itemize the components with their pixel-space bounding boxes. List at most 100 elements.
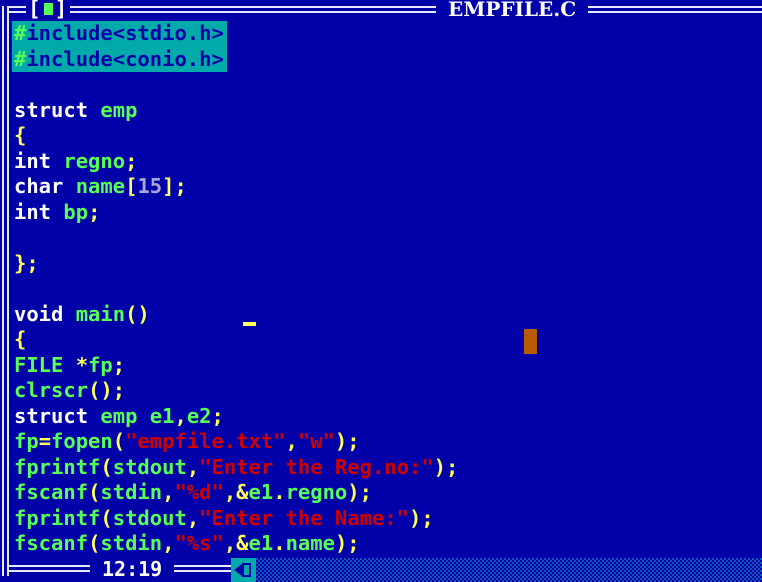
code-line[interactable]: { xyxy=(14,327,762,353)
code-token: int xyxy=(14,199,52,224)
code-token: fp xyxy=(88,352,113,377)
code-token: { xyxy=(14,123,27,147)
close-bracket-right: ] xyxy=(54,0,69,21)
code-line[interactable]: { xyxy=(14,123,762,149)
code-token: }; xyxy=(14,250,39,275)
code-token: stdout xyxy=(112,454,187,479)
frame-left-border xyxy=(2,6,9,576)
code-token: e1 xyxy=(248,531,274,555)
close-square-icon xyxy=(43,2,53,15)
frame-top-border xyxy=(7,6,762,13)
code-token: e1 xyxy=(149,403,175,428)
code-token: regno xyxy=(285,480,348,504)
code-token: ,& xyxy=(223,531,249,555)
code-token: = xyxy=(38,429,52,453)
code-token: ); xyxy=(334,429,360,453)
code-line[interactable]: clrscr(); xyxy=(14,378,762,404)
code-token: . xyxy=(273,480,286,504)
code-line[interactable] xyxy=(14,225,762,251)
code-line[interactable]: fscanf(stdin,"%s",&e1.name); xyxy=(14,531,762,557)
code-token: include<stdio.h> xyxy=(26,21,224,45)
code-token: main xyxy=(75,301,126,326)
code-token: stdout xyxy=(112,505,187,530)
code-token: ); xyxy=(347,480,372,504)
code-line[interactable]: void main() xyxy=(14,302,762,328)
code-token: fprintf xyxy=(14,505,101,530)
code-token: , xyxy=(186,505,200,530)
code-token: # xyxy=(14,46,27,71)
selected-text[interactable]: #include<conio.h> xyxy=(12,46,227,72)
code-token: ; xyxy=(125,148,138,173)
code-token: void xyxy=(14,301,64,326)
code-token: # xyxy=(14,21,27,45)
code-line[interactable] xyxy=(14,72,762,98)
code-token: ; xyxy=(112,352,126,377)
code-token: ( xyxy=(100,505,113,530)
code-token: e2 xyxy=(186,403,212,428)
code-token: (); xyxy=(88,378,126,402)
code-token: "%s" xyxy=(174,531,224,555)
code-line[interactable]: int regno; xyxy=(14,149,762,175)
code-line[interactable]: FILE *fp; xyxy=(14,353,762,379)
code-token: "%d" xyxy=(174,480,224,504)
scroll-left-button[interactable] xyxy=(231,558,256,582)
code-token: struct xyxy=(14,97,89,122)
code-line[interactable]: fprintf(stdout,"Enter the Name:"); xyxy=(14,506,762,532)
close-button[interactable]: [] xyxy=(26,0,71,21)
code-line[interactable]: #include<stdio.h> xyxy=(12,21,762,47)
arrow-left-icon xyxy=(234,564,242,576)
code-line[interactable]: char name[15]; xyxy=(14,174,762,200)
code-token: stdin xyxy=(100,480,163,504)
code-line[interactable] xyxy=(14,276,762,302)
code-token: fp xyxy=(14,429,39,453)
code-token: 15 xyxy=(137,174,163,198)
code-token: fopen xyxy=(51,429,113,453)
code-token: FILE xyxy=(14,352,64,377)
code-token: ,& xyxy=(223,480,249,504)
horizontal-scrollbar[interactable] xyxy=(256,558,762,582)
code-editor[interactable]: #include<stdio.h> #include<conio.h> struc… xyxy=(12,21,762,557)
code-token: ( xyxy=(88,531,101,555)
code-line[interactable]: }; xyxy=(14,251,762,277)
code-token: name xyxy=(75,174,126,198)
window-title: EMPFILE.C xyxy=(436,0,589,20)
code-token: clrscr xyxy=(14,378,89,402)
code-line[interactable]: struct emp xyxy=(14,98,762,124)
text-cursor xyxy=(243,322,256,326)
code-token: include<conio.h> xyxy=(26,46,224,71)
mouse-cursor xyxy=(524,329,537,354)
code-token: ); xyxy=(433,454,459,479)
code-token: char xyxy=(14,174,64,198)
code-token: { xyxy=(14,327,27,351)
code-token: regno xyxy=(63,148,126,173)
code-token: fscanf xyxy=(14,531,89,555)
code-token: , xyxy=(162,531,175,555)
code-line[interactable]: struct emp e1,e2; xyxy=(14,404,762,430)
code-token: ( xyxy=(100,454,113,479)
code-token: , xyxy=(162,480,175,504)
window-title-bar: [] EMPFILE.C xyxy=(0,0,762,22)
code-token: ; xyxy=(88,199,101,224)
selected-text[interactable]: #include<stdio.h> xyxy=(12,21,227,47)
close-bracket-left: [ xyxy=(28,0,42,21)
code-line[interactable]: fprintf(stdout,"Enter the Reg.no:"); xyxy=(14,455,762,481)
code-token: fscanf xyxy=(14,480,89,504)
code-line[interactable]: fp=fopen("empfile.txt","w"); xyxy=(14,429,762,455)
code-line[interactable]: int bp; xyxy=(14,200,762,226)
code-token: "empfile.txt" xyxy=(125,429,286,453)
code-token: e1 xyxy=(248,480,274,504)
code-token: stdin xyxy=(100,531,163,555)
code-line[interactable]: #include<conio.h> xyxy=(12,46,762,72)
code-token: fprintf xyxy=(14,454,101,479)
code-token: "w" xyxy=(297,429,335,453)
code-token: ]; xyxy=(162,174,187,198)
code-token: "Enter the Reg.no:" xyxy=(199,454,434,479)
code-line[interactable]: fscanf(stdin,"%d",&e1.regno); xyxy=(14,480,762,506)
scroll-thumb-icon[interactable] xyxy=(242,563,251,577)
